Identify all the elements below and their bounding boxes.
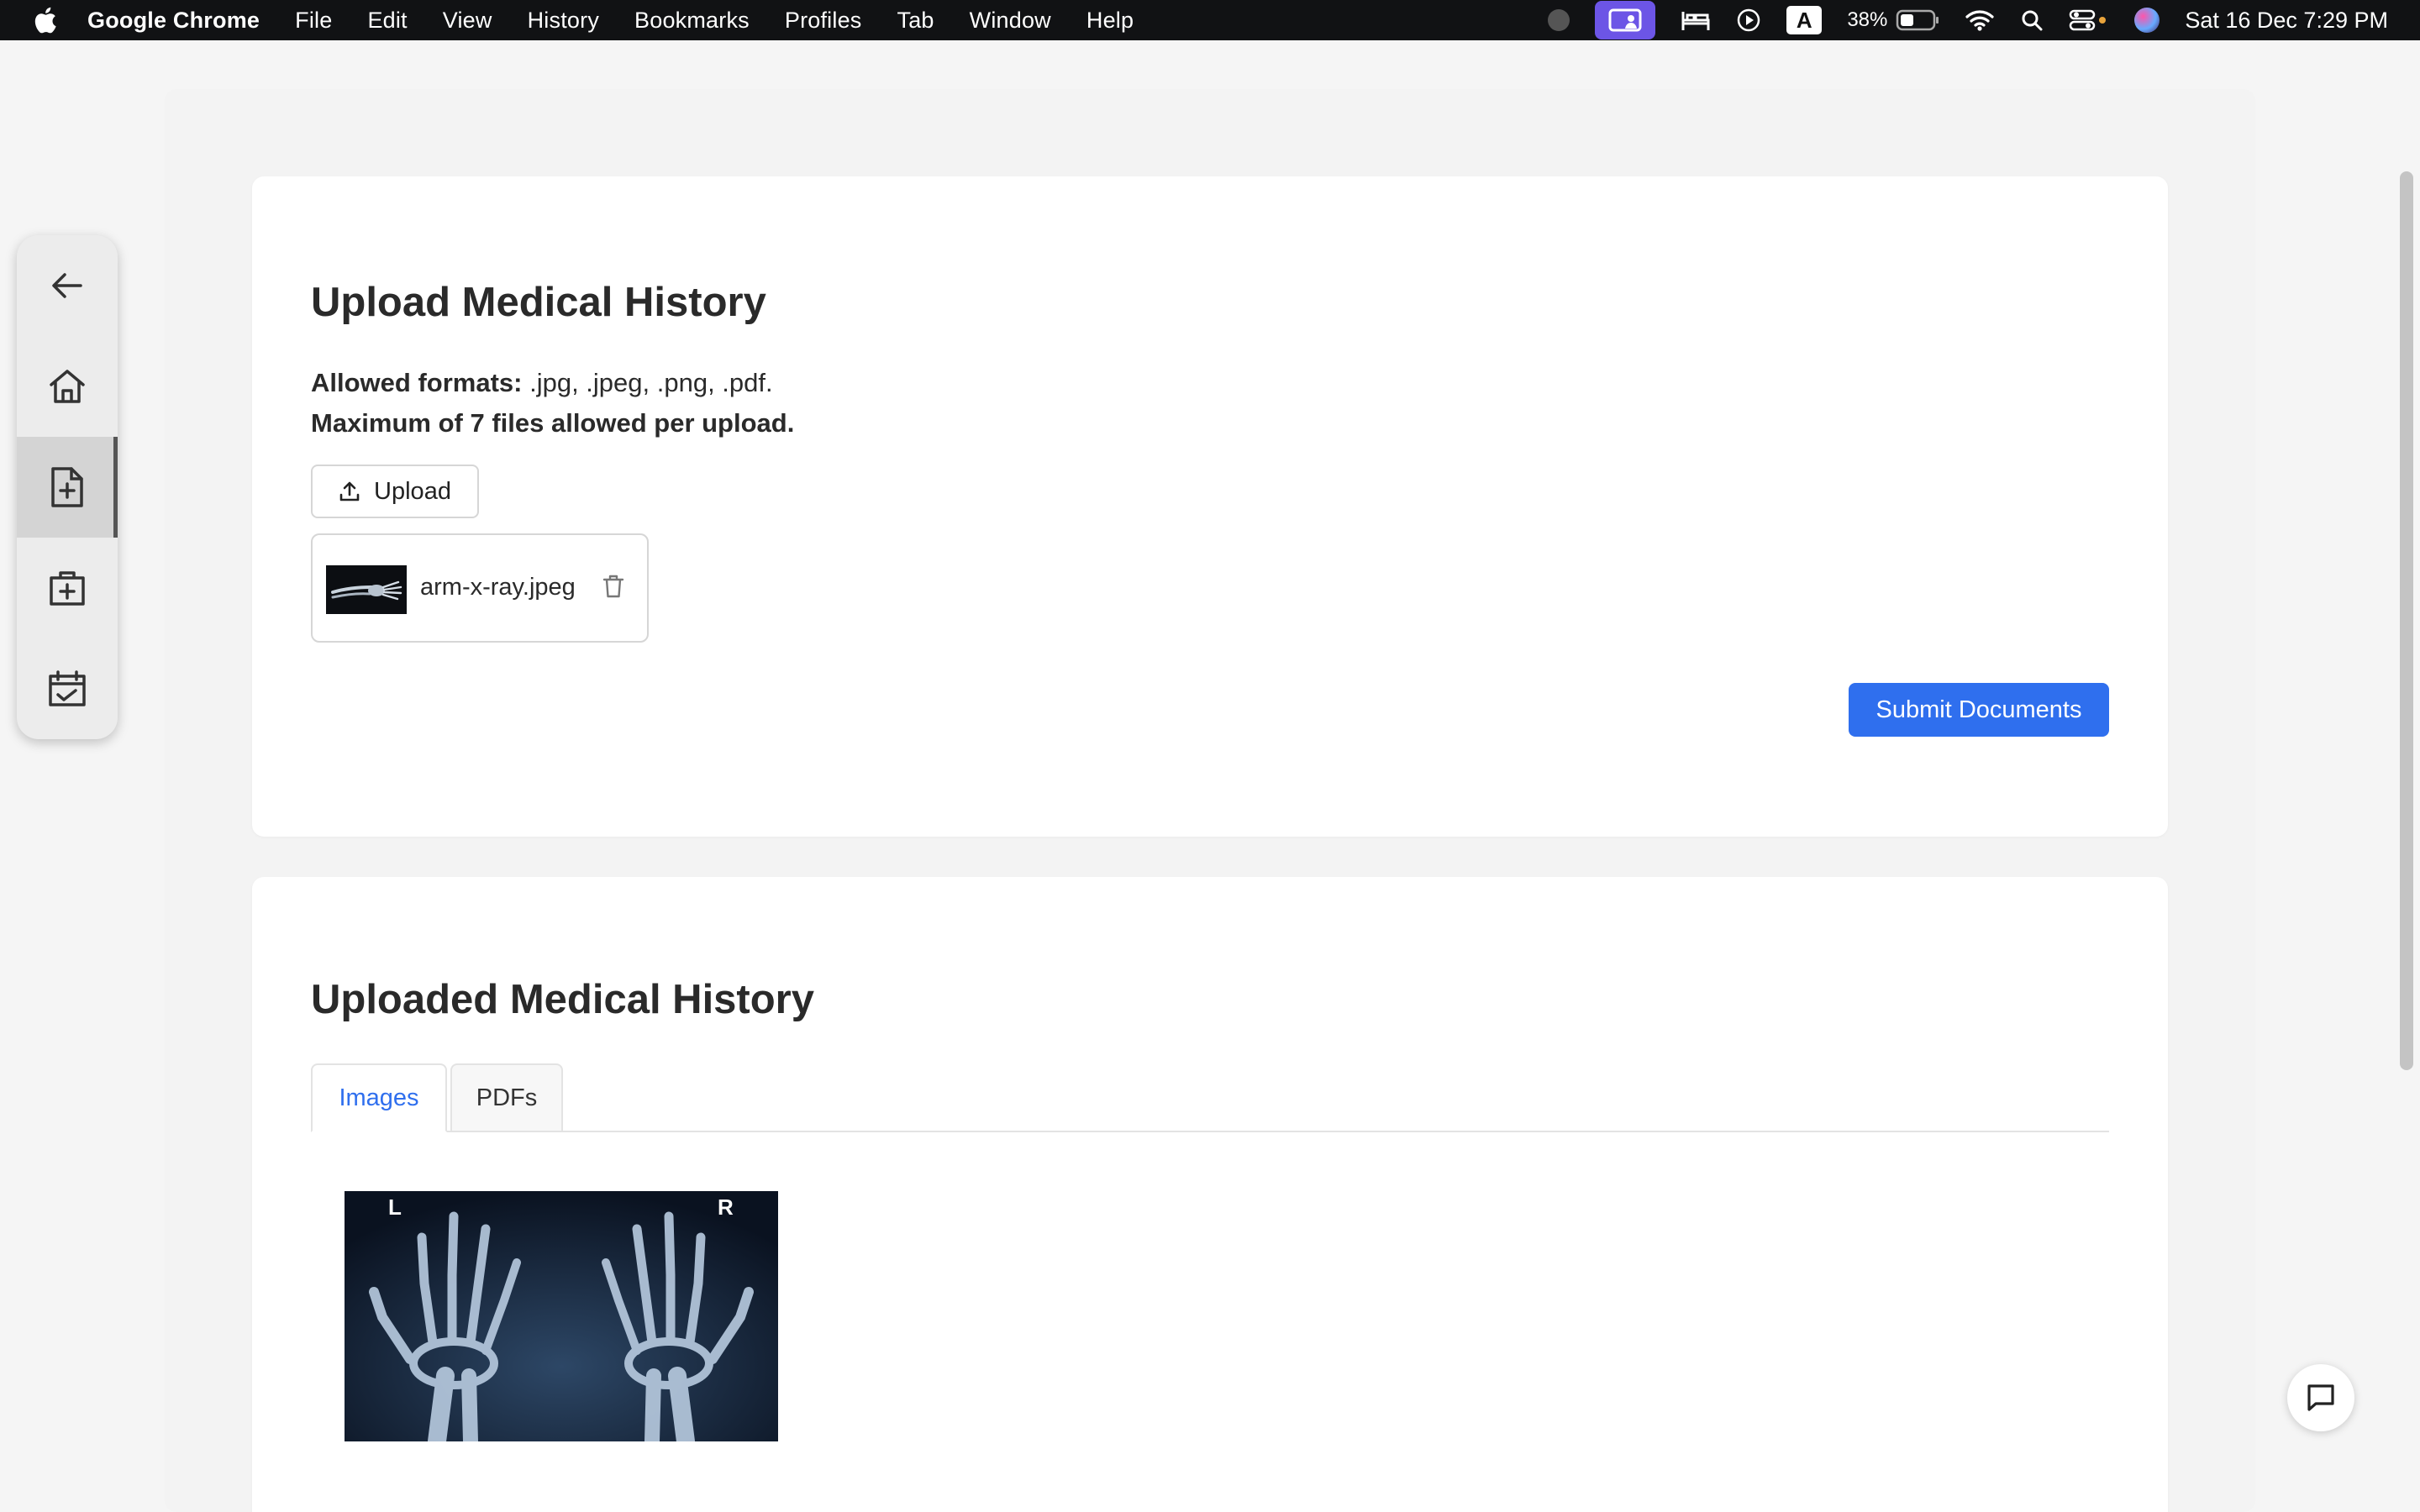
nav-medical-history-button[interactable] [17,437,118,538]
side-navigation [17,235,118,739]
chat-button[interactable] [2287,1364,2354,1431]
menu-bookmarks[interactable]: Bookmarks [634,8,750,34]
menu-clock[interactable]: Sat 16 Dec 7:29 PM [2185,8,2388,34]
medical-kit-icon [50,571,85,606]
file-plus-icon [51,467,83,507]
menu-profiles[interactable]: Profiles [785,8,862,34]
input-source-icon[interactable]: A [1786,6,1823,34]
battery-icon [1897,9,1939,31]
nav-back-button[interactable] [17,235,118,336]
file-thumbnail [326,565,407,614]
uploaded-file-chip: arm-x-ray.jpeg [311,533,649,643]
delete-file-icon[interactable] [602,574,625,599]
uploaded-xray-image[interactable]: L R [345,1191,778,1441]
upload-icon [339,481,360,501]
max-files-note: Maximum of 7 files allowed per upload. [311,408,795,438]
home-icon [50,370,85,403]
menu-bar: Google Chrome File Edit View History Boo… [0,0,2420,40]
screen-share-icon[interactable] [1595,1,1656,39]
battery-status[interactable]: 38% [1847,8,1939,32]
nav-medical-kit-button[interactable] [17,538,118,638]
allowed-formats-line: Allowed formats: .jpg, .jpeg, .png, .pdf… [311,363,794,403]
menu-help[interactable]: Help [1086,8,1134,34]
menu-tab[interactable]: Tab [897,8,934,34]
arrow-left-icon [52,273,82,298]
upload-instructions: Allowed formats: .jpg, .jpeg, .png, .pdf… [311,363,794,444]
menu-file[interactable]: File [295,8,332,34]
upload-medical-history-card: Upload Medical History Allowed formats: … [252,176,2168,837]
upload-card-title: Upload Medical History [311,280,766,325]
bed-icon[interactable] [1681,8,1711,32]
uploaded-medical-history-card: Uploaded Medical History Images PDFs L R [252,877,2168,1512]
status-area: A 38% Sat 16 Dec 7:29 PM [1548,0,2420,40]
upload-button-label: Upload [374,477,451,505]
upload-button[interactable]: Upload [311,465,479,518]
menu-edit[interactable]: Edit [367,8,407,34]
xray-left-marker: L [388,1194,402,1220]
menu-history[interactable]: History [528,8,599,34]
submit-documents-button[interactable]: Submit Documents [1849,683,2109,737]
menu-view[interactable]: View [443,8,492,34]
play-circle-icon[interactable] [1736,8,1761,33]
allowed-formats-label: Allowed formats: [311,368,523,397]
apple-logo-icon[interactable] [32,5,57,35]
allowed-formats-value: .jpg, .jpeg, .png, .pdf. [522,368,773,397]
nav-home-button[interactable] [17,336,118,437]
xray-right-marker: R [718,1194,734,1220]
file-name: arm-x-ray.jpeg [420,574,576,601]
battery-percent: 38% [1847,8,1888,31]
menu-app-name[interactable]: Google Chrome [87,8,260,34]
tab-pdfs[interactable]: PDFs [450,1063,563,1132]
search-icon[interactable] [2020,8,2044,32]
tab-images[interactable]: Images [311,1063,447,1132]
nav-appointments-button[interactable] [17,638,118,739]
history-tabs: Images PDFs [311,1063,2109,1132]
calendar-check-icon [49,670,86,706]
control-center-icon[interactable] [2069,8,2109,32]
siri-icon[interactable] [2134,8,2160,33]
page-scrollbar[interactable] [2400,171,2413,1070]
wifi-icon[interactable] [1965,8,1995,32]
chat-icon [2307,1384,2334,1411]
recording-indicator-icon[interactable] [1548,9,1570,31]
menu-window[interactable]: Window [970,8,1051,34]
uploaded-card-title: Uploaded Medical History [311,977,815,1022]
